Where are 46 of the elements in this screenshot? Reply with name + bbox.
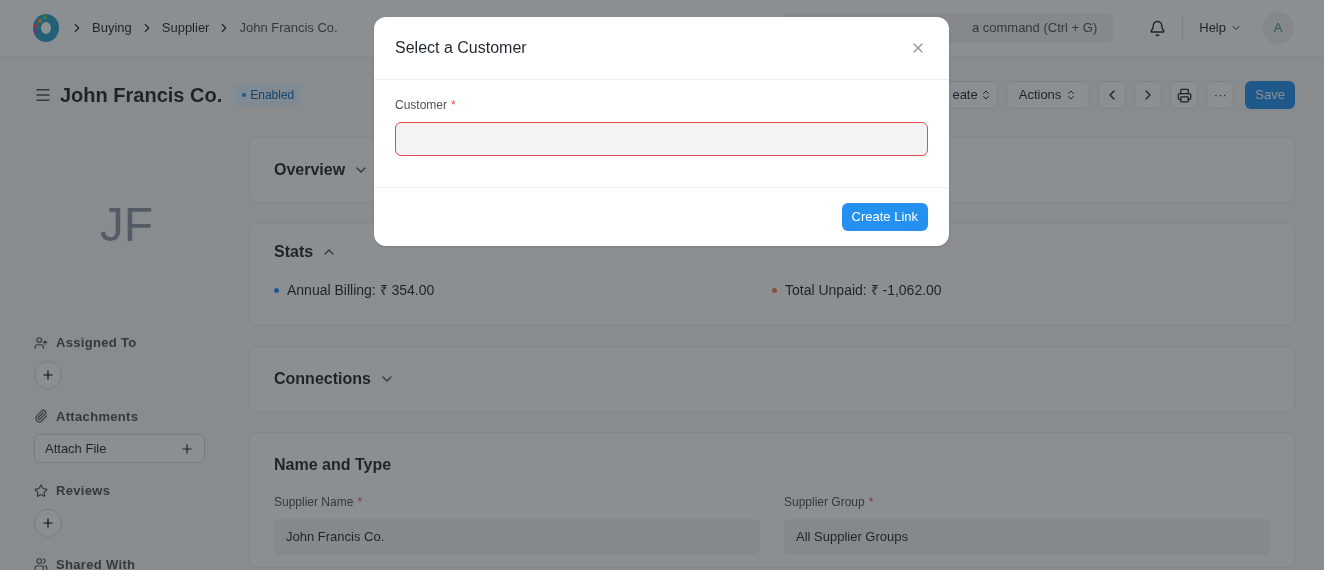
app-logo-icon[interactable] bbox=[30, 12, 62, 44]
user-plus-icon bbox=[34, 335, 48, 350]
star-icon bbox=[34, 483, 48, 498]
stat-text: Annual Billing: ₹ 354.00 bbox=[287, 281, 435, 300]
previous-button[interactable] bbox=[1098, 81, 1127, 109]
paperclip-icon bbox=[34, 409, 48, 424]
field-label: Supplier Group bbox=[784, 494, 865, 511]
field-label: Customer bbox=[395, 97, 447, 114]
required-asterisk: * bbox=[868, 494, 874, 511]
section-title: Connections bbox=[274, 369, 371, 389]
add-button[interactable] bbox=[34, 508, 62, 537]
field-label: Supplier Name bbox=[274, 494, 354, 511]
required-asterisk: * bbox=[357, 494, 363, 511]
add-button[interactable] bbox=[34, 360, 62, 389]
printer-icon bbox=[1176, 87, 1192, 103]
more-button[interactable]: ··· bbox=[1206, 81, 1235, 109]
plus-icon bbox=[41, 515, 55, 530]
required-asterisk: * bbox=[451, 97, 456, 114]
input-field[interactable]: John Francis Co. bbox=[274, 519, 760, 555]
section-title: Stats bbox=[274, 242, 314, 262]
create-link-button[interactable]: Create Link bbox=[841, 203, 928, 231]
sidebar-label: Shared With bbox=[56, 555, 136, 570]
users-icon bbox=[34, 557, 48, 570]
breadcrumb-link[interactable]: Supplier bbox=[161, 18, 210, 38]
plus-icon bbox=[41, 367, 55, 382]
sidebar-label: Attachments bbox=[56, 407, 139, 426]
input-field[interactable]: All Supplier Groups bbox=[784, 519, 1270, 555]
stat-text: Total Unpaid: ₹ -1,062.00 bbox=[785, 281, 942, 300]
breadcrumb-link[interactable]: John Francis Co. bbox=[239, 18, 338, 38]
next-button[interactable] bbox=[1134, 81, 1163, 109]
sidebar-label: Assigned To bbox=[56, 334, 137, 352]
section-title: Overview bbox=[274, 160, 346, 180]
dropdown-button[interactable]: Actions bbox=[1005, 81, 1091, 109]
dialog-title: Select a Customer bbox=[395, 38, 527, 58]
breadcrumb-link[interactable]: Buying bbox=[92, 18, 132, 38]
bell-icon[interactable] bbox=[1149, 19, 1167, 37]
section-title: Name and Type bbox=[274, 455, 392, 475]
customer-input[interactable] bbox=[395, 122, 928, 156]
print-button[interactable] bbox=[1170, 81, 1199, 109]
status-badge: Enabled bbox=[234, 84, 303, 106]
page-title: John Francis Co. bbox=[60, 83, 223, 108]
help-button[interactable]: Help bbox=[1199, 18, 1242, 38]
menu-icon[interactable] bbox=[34, 86, 52, 104]
attach-file-button[interactable]: Attach File bbox=[34, 434, 205, 463]
plus-icon bbox=[180, 441, 194, 456]
sidebar-label: Reviews bbox=[56, 482, 111, 500]
